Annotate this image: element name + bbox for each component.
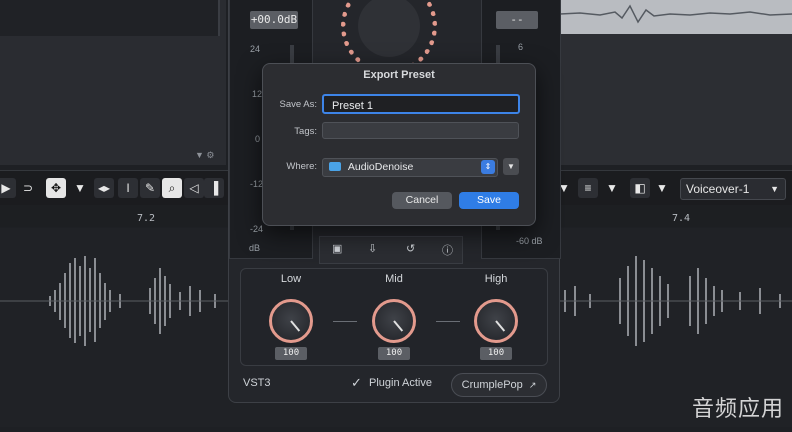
top-clip-header xyxy=(559,0,792,34)
top-waveform xyxy=(559,4,792,24)
mixer-panel: ▼ ⚙ xyxy=(0,0,226,165)
output-readout: -- xyxy=(496,11,538,29)
mid-value[interactable]: 100 xyxy=(378,347,410,360)
scale-label: 12 xyxy=(252,89,263,99)
where-label: Where: xyxy=(286,161,317,172)
zoom-tool-icon[interactable]: ⌕ xyxy=(162,178,182,198)
undo-icon[interactable]: ↺ xyxy=(406,242,415,255)
check-icon[interactable]: ✓ xyxy=(351,375,362,391)
scale-label: 24 xyxy=(250,44,261,54)
save-button[interactable]: Save xyxy=(459,192,519,209)
mute-tool-icon[interactable]: ◁ xyxy=(184,178,204,198)
where-value: AudioDenoise xyxy=(347,161,414,173)
save-icon[interactable]: ▣ xyxy=(332,242,342,255)
brand-button[interactable]: CrumplePop ↗ xyxy=(451,373,547,397)
save-as-label: Save As: xyxy=(279,99,318,110)
layers-icon[interactable]: ≡ xyxy=(578,178,598,198)
top-waveform-area xyxy=(559,0,792,165)
track-select-value: Voiceover-1 xyxy=(686,182,750,196)
tags-field[interactable] xyxy=(322,122,519,141)
cancel-button[interactable]: Cancel xyxy=(392,192,452,209)
panel-menu-icon[interactable]: ▼ ⚙ xyxy=(195,150,214,161)
tags-input[interactable] xyxy=(323,125,511,141)
arrow-tool-icon[interactable]: ✥ xyxy=(46,178,66,198)
loop-icon[interactable]: ⊃ xyxy=(18,178,38,198)
track-select[interactable]: Voiceover-1 ▼ xyxy=(680,178,786,200)
chevron-updown-icon: ⇕ xyxy=(481,160,495,174)
high-value[interactable]: 100 xyxy=(480,347,512,360)
timeline-tick: 7.4 xyxy=(672,213,691,224)
scale-label: 0 xyxy=(255,134,261,144)
dialog-title: Export Preset xyxy=(363,69,435,81)
export-preset-dialog: Export Preset Save As: Tags: Where: Audi… xyxy=(262,63,536,226)
scale-label: dB xyxy=(249,243,261,253)
low-knob[interactable] xyxy=(269,299,313,343)
scale-label: 6 xyxy=(518,42,524,52)
clip-stack-icon[interactable]: ◧ xyxy=(630,178,650,198)
plugin-active-label: Plugin Active xyxy=(369,377,432,389)
high-knob[interactable] xyxy=(474,299,518,343)
scale-label: -60 dB xyxy=(516,236,543,246)
plugin-action-bar: ▣ ⇩ ↺ ⓘ xyxy=(319,236,463,264)
external-link-icon: ↗ xyxy=(528,380,537,390)
pencil-tool-icon[interactable]: ✎ xyxy=(140,178,160,198)
band-controls-panel: Low 100 Mid 100 High 100 xyxy=(240,268,548,366)
mid-knob[interactable] xyxy=(372,299,416,343)
tags-label: Tags: xyxy=(294,126,317,137)
range-tool-icon[interactable]: I xyxy=(118,178,138,198)
input-readout: +00.0dB xyxy=(250,11,298,29)
where-select[interactable]: AudioDenoise ⇕ xyxy=(322,158,498,177)
clip-menu-icon[interactable]: ▼ xyxy=(652,178,672,198)
split-tool-icon[interactable]: ◂▸ xyxy=(94,178,114,198)
mixer-strip-header xyxy=(0,0,220,36)
divider xyxy=(436,321,460,322)
chevron-down-icon: ▼ xyxy=(507,162,515,171)
format-label: VST3 xyxy=(243,377,271,389)
low-value[interactable]: 100 xyxy=(275,347,307,360)
download-icon[interactable]: ⇩ xyxy=(368,242,377,255)
band-label-mid: Mid xyxy=(385,273,403,285)
timeline-tick: 7.2 xyxy=(137,213,156,224)
layers-menu-icon[interactable]: ▼ xyxy=(602,178,622,198)
chevron-down-icon: ▼ xyxy=(770,184,779,194)
listen-tool-icon[interactable]: ▐ xyxy=(204,178,224,198)
band-label-high: High xyxy=(484,273,508,285)
info-icon[interactable]: ⓘ xyxy=(442,242,453,258)
play-icon[interactable]: ▶ xyxy=(0,178,16,198)
band-label-low: Low xyxy=(280,273,302,285)
tool-menu-icon[interactable]: ▼ xyxy=(70,178,90,198)
folder-icon xyxy=(329,162,341,171)
scale-label: -24 xyxy=(250,224,264,234)
watermark: 音频应用 xyxy=(691,397,784,422)
brand-label: CrumplePop xyxy=(461,379,523,391)
divider xyxy=(333,321,357,322)
save-as-field[interactable] xyxy=(322,94,520,114)
expand-button[interactable]: ▼ xyxy=(503,158,519,175)
save-as-input[interactable] xyxy=(324,98,512,114)
